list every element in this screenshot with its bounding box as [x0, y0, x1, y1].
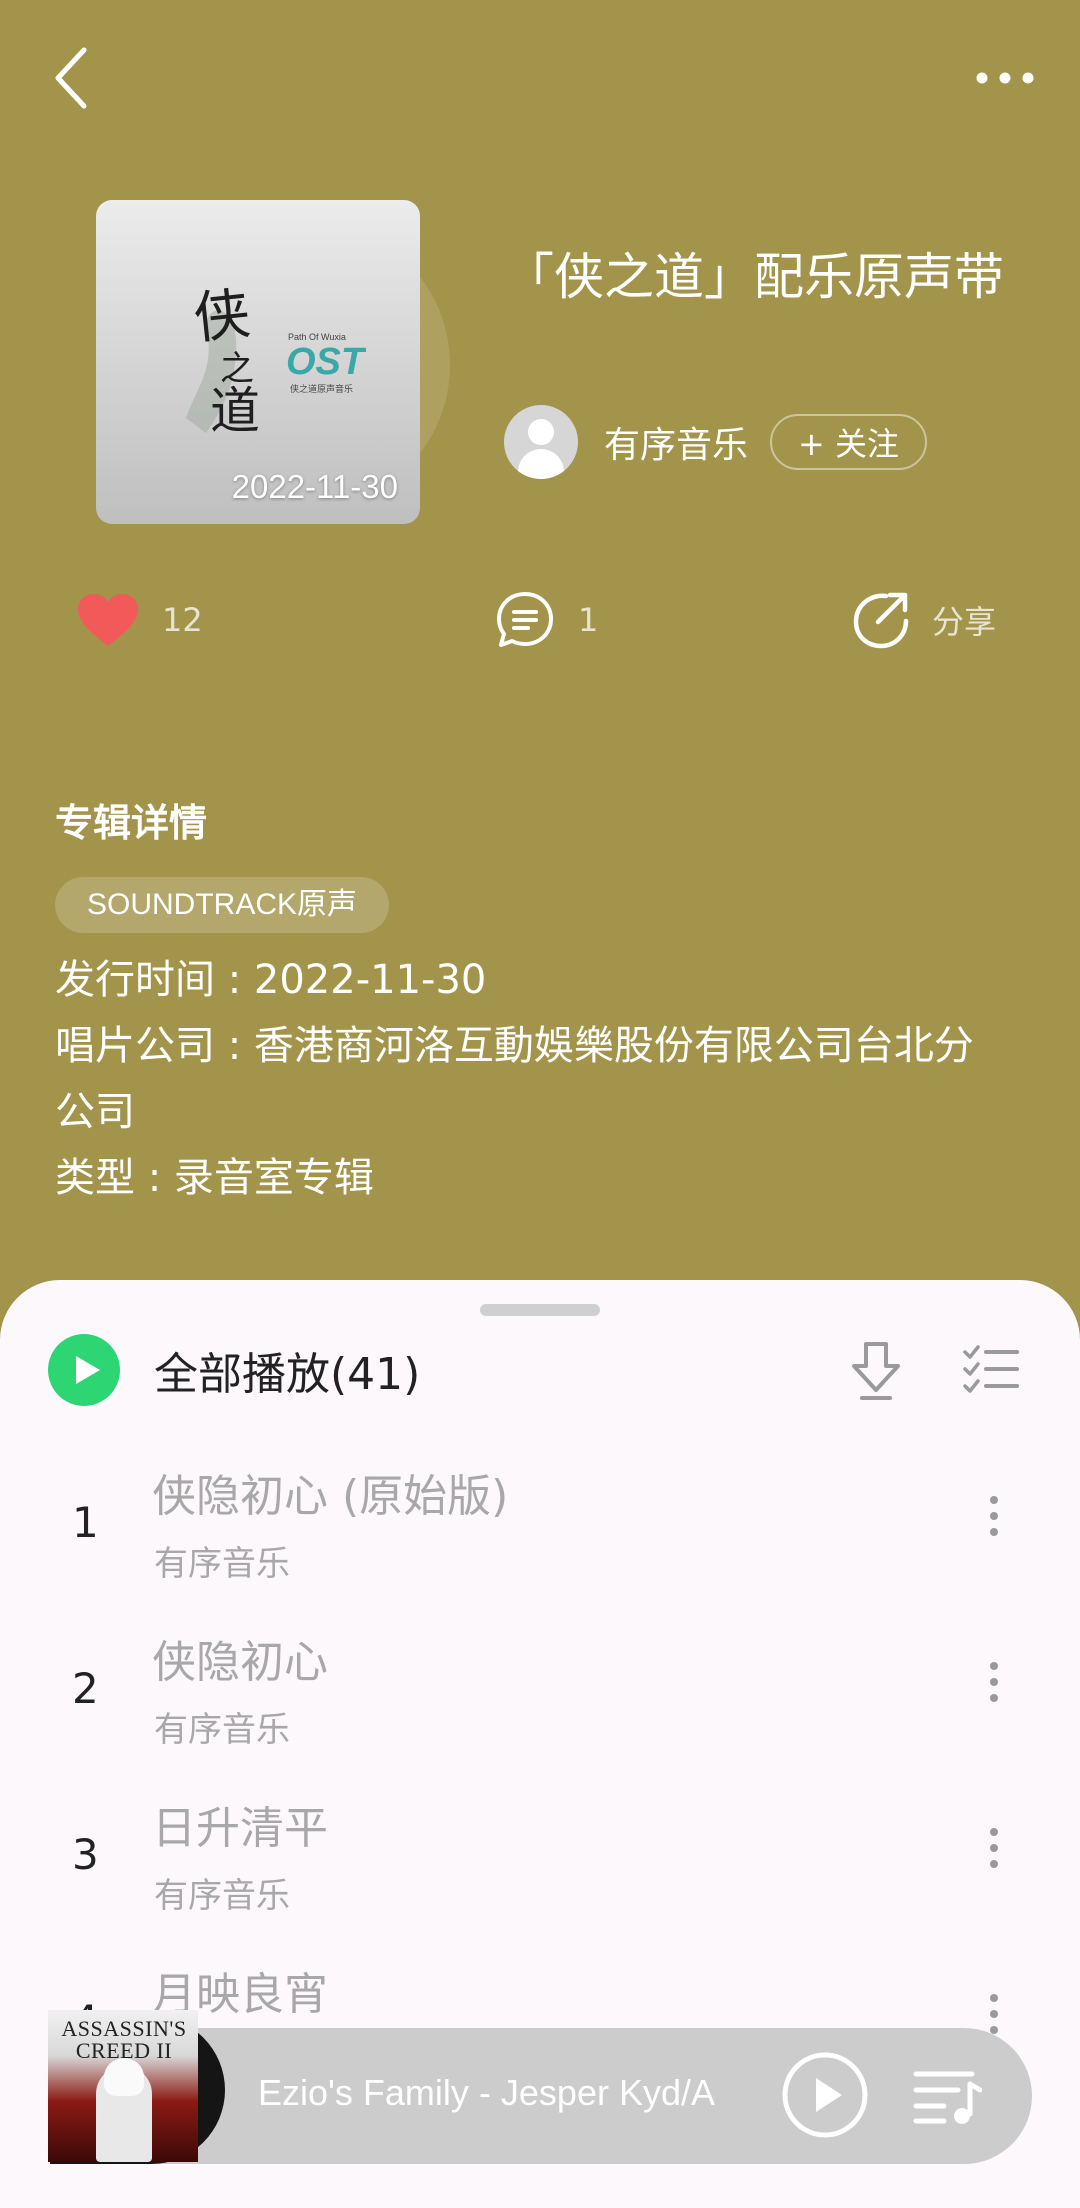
cover-artwork: 侠 之 道 OST Path Of Wuxia 侠之道原声音乐	[186, 281, 366, 438]
track-artist: 有序音乐	[154, 1710, 290, 1750]
checklist-icon	[963, 1345, 1019, 1393]
track-row[interactable]: 2 侠隐初心 有序音乐	[0, 1618, 1080, 1768]
comment-icon	[497, 592, 553, 647]
record-label-line-1: 唱片公司 : 香港商河洛互動娛樂股份有限公司台北分	[55, 1023, 974, 1069]
like-count: 12	[162, 601, 203, 639]
track-row[interactable]: 3 日升清平 有序音乐	[0, 1784, 1080, 1934]
action-bar: 12 1 分享	[0, 580, 1080, 660]
share-button[interactable]: 分享	[850, 580, 996, 660]
now-playing-cover[interactable]: ASSASSIN'S CREED II	[48, 2010, 198, 2162]
artist-name[interactable]: 有序音乐	[604, 416, 748, 468]
download-icon	[852, 1342, 900, 1400]
cover-brand: ASSASSIN'S CREED II	[61, 2016, 187, 2063]
track-number: 2	[72, 1664, 99, 1713]
comment-count: 1	[578, 601, 599, 639]
artist-avatar[interactable]	[504, 405, 578, 479]
top-bar	[0, 0, 1080, 160]
track-title: 侠隐初心 (原始版)	[152, 1471, 509, 1522]
share-label: 分享	[932, 603, 997, 641]
svg-text:侠: 侠	[191, 281, 253, 351]
more-horizontal-icon	[976, 72, 1034, 84]
track-number: 1	[72, 1498, 99, 1547]
share-icon	[853, 592, 909, 649]
mini-play-button[interactable]	[780, 2050, 870, 2140]
artist-row: 有序音乐 + 关注	[504, 404, 928, 480]
album-details: 专辑详情 SOUNDTRACK原声 发行时间 : 2022-11-30 唱片公司…	[55, 792, 1025, 1211]
like-button[interactable]: 12	[76, 580, 203, 660]
track-more-button[interactable]	[976, 1654, 1012, 1714]
track-more-button[interactable]	[976, 1488, 1012, 1548]
track-number: 3	[72, 1830, 99, 1879]
svg-text:道: 道	[210, 382, 260, 438]
album-type: 类型 : 录音室专辑	[55, 1155, 374, 1201]
track-row[interactable]: 1 侠隐初心 (原始版) 有序音乐	[0, 1452, 1080, 1602]
playlist-button[interactable]	[912, 2066, 983, 2126]
svg-text:Path Of Wuxia: Path Of Wuxia	[288, 332, 346, 342]
download-button[interactable]	[848, 1336, 904, 1406]
release-date: 发行时间 : 2022-11-30	[55, 957, 487, 1003]
details-title: 专辑详情	[55, 801, 208, 845]
genre-tag[interactable]: SOUNDTRACK原声	[55, 877, 390, 933]
now-playing-text[interactable]: Ezio's Family - Jesper Kyd/A	[258, 2072, 738, 2114]
back-button[interactable]	[44, 40, 104, 116]
svg-text:侠之道原声音乐: 侠之道原声音乐	[290, 383, 353, 395]
track-title: 侠隐初心	[152, 1637, 328, 1688]
cover-date: 2022-11-30	[231, 468, 398, 505]
multiselect-button[interactable]	[962, 1340, 1020, 1400]
album-title: 「侠之道」配乐原声带	[504, 248, 1004, 306]
record-label-line-2: 公司	[55, 1089, 135, 1135]
play-circle-icon	[782, 2052, 868, 2138]
play-all-button[interactable]: 全部播放(41)	[48, 1330, 420, 1410]
svg-text:OST: OST	[286, 341, 366, 383]
chevron-left-icon	[55, 47, 87, 109]
play-all-label: 全部播放(41)	[154, 1349, 421, 1400]
follow-button[interactable]: + 关注	[770, 414, 928, 470]
album-cover[interactable]: 侠 之 道 OST Path Of Wuxia 侠之道原声音乐 2022-11-…	[96, 200, 420, 524]
track-more-button[interactable]	[976, 1820, 1012, 1880]
track-artist: 有序音乐	[154, 1876, 290, 1916]
play-icon	[48, 1334, 120, 1406]
heart-icon	[78, 594, 138, 646]
playlist-icon	[913, 2071, 983, 2124]
comment-button[interactable]: 1	[494, 580, 598, 660]
track-title: 日升清平	[152, 1803, 328, 1854]
track-artist: 有序音乐	[154, 1544, 290, 1584]
more-button[interactable]	[970, 60, 1040, 96]
sheet-handle[interactable]	[480, 1304, 600, 1316]
